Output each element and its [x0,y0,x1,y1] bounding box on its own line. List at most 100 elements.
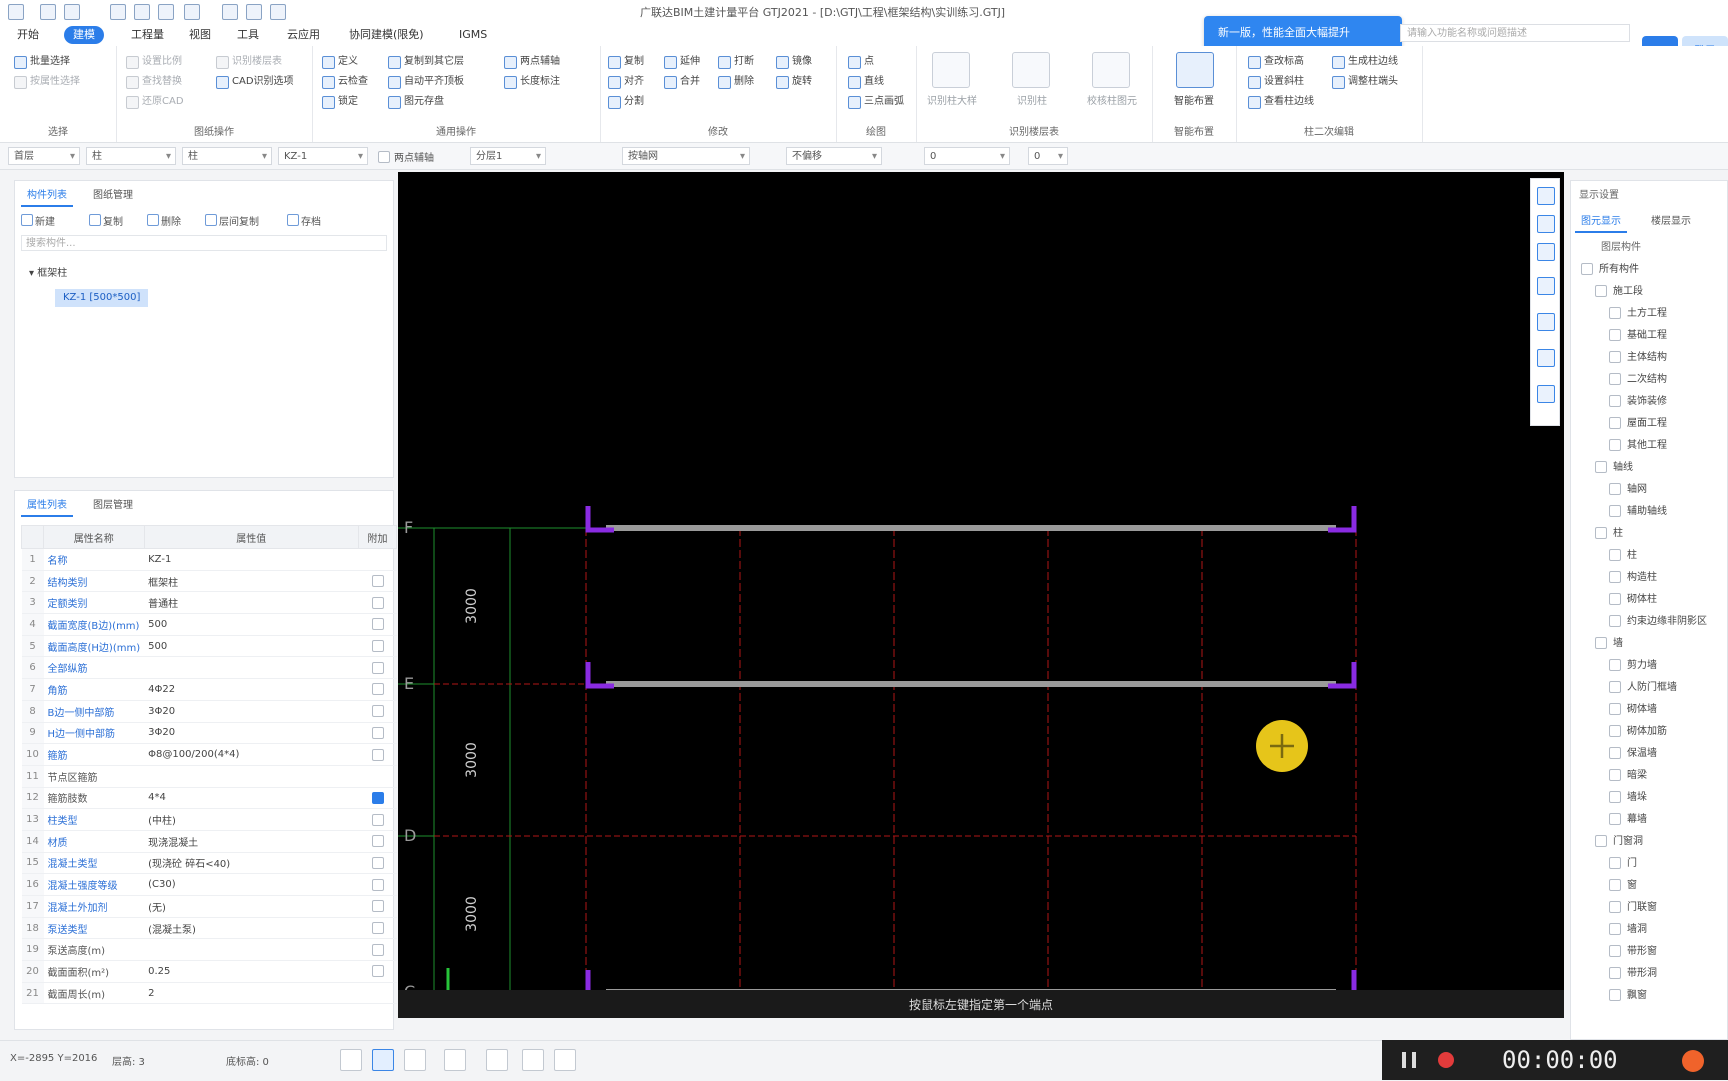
tab-element-display[interactable]: 图元显示 [1575,213,1627,233]
layer-checkbox[interactable] [1595,527,1607,539]
two-point-axis-button[interactable]: 两点辅轴 [504,54,560,70]
menu-tab-collab[interactable]: 协同建模(限免) [340,26,433,44]
extend-button[interactable]: 延伸 [664,54,700,70]
table-row[interactable]: 21 截面周长(m) 2 [21,982,397,1005]
table-row[interactable]: 5 截面高度(H边)(mm) 500 [21,635,397,658]
attach-checkbox[interactable] [371,683,384,696]
attach-checkbox[interactable] [371,878,384,891]
point-draw-button[interactable]: 点 [848,54,874,70]
table-row[interactable]: 6 全部纵筋 [21,656,397,680]
layer-checkbox[interactable] [1609,703,1621,715]
delete-component-button[interactable]: 删除 [147,213,181,228]
menu-tab-cloud[interactable]: 云应用 [278,26,329,44]
offset-mode-select[interactable]: 不偏移 [786,147,882,165]
table-row[interactable]: 15 混凝土类型 (现浇砼 碎石<40) [21,852,397,875]
table-row[interactable]: 19 泵送高度(m) [21,938,397,962]
table-row[interactable]: 9 H边一侧中部筋 3Φ20 [21,722,397,745]
auto-align-slab-button[interactable]: 自动平齐顶板 [388,74,464,90]
attach-checkbox[interactable] [371,943,384,956]
layer-tree-item[interactable]: 人防门框墙 [1609,679,1677,697]
layer-checkbox[interactable] [1609,967,1621,979]
layer-checkbox[interactable] [1609,813,1621,825]
layer-tree-item[interactable]: 墙垛 [1609,789,1647,807]
layer-checkbox[interactable] [1609,857,1621,869]
tab-floor-display[interactable]: 楼层显示 [1645,213,1697,231]
table-row[interactable]: 18 泵送类型 (混凝土泵) [21,917,397,940]
layer-tree-item[interactable]: 其他工程 [1609,437,1667,455]
layer-tree-item[interactable]: 二次结构 [1609,371,1667,389]
settings-icon[interactable] [270,4,286,20]
cad-options-button[interactable]: CAD识别选项 [216,74,294,90]
ortho-icon[interactable] [340,1049,362,1071]
layer-checkbox[interactable] [1609,307,1621,319]
redo-icon[interactable] [64,4,80,20]
layer-checkbox[interactable] [1609,593,1621,605]
drawing-canvas[interactable]: FEDC300030003000按鼠标左键指定第一个端点 [398,172,1564,1018]
layer-checkbox[interactable] [1609,373,1621,385]
layer-tree-item[interactable]: 约束边缘非阴影区 [1609,613,1707,631]
tab-component-list[interactable]: 构件列表 [21,187,73,207]
property-value[interactable] [144,656,359,680]
layer-checkbox[interactable] [1609,329,1621,341]
table-row[interactable]: 20 截面面积(m²) 0.25 [21,960,397,983]
layer-checkbox[interactable] [1609,483,1621,495]
tree-root-frame-column[interactable]: ▾ 框架柱 [29,265,67,283]
attach-checkbox[interactable] [371,900,384,913]
property-value[interactable]: 3Φ20 [144,700,359,723]
table-row[interactable]: 11 节点区箍筋 [21,765,397,788]
layer-checkbox[interactable] [1609,747,1621,759]
menu-tab-quantity[interactable]: 工程量 [122,26,173,44]
layer-tree-item[interactable]: 墙 [1595,635,1623,653]
attach-checkbox[interactable] [371,705,384,718]
layer-tree-item[interactable]: 砌体柱 [1609,591,1657,609]
smart-layout-icon[interactable] [1176,52,1214,88]
layer-tree-item[interactable]: 基础工程 [1609,327,1667,345]
layer-tree-item[interactable]: 剪力墙 [1609,657,1657,675]
layer-copy-button[interactable]: 层间复制 [205,213,259,228]
property-value[interactable]: 3Φ20 [144,722,359,745]
tab-layer-manage[interactable]: 图层管理 [87,497,139,515]
box-select-icon[interactable] [1537,313,1555,331]
line-draw-button[interactable]: 直线 [848,74,884,90]
layer-checkbox[interactable] [1609,439,1621,451]
layer-checkbox[interactable] [1609,725,1621,737]
promo-banner[interactable]: 新一版，性能全面大幅提升 [1204,16,1402,50]
layer-tree-item[interactable]: 轴线 [1595,459,1633,477]
property-value[interactable]: 4*4 [144,787,359,810]
lock-button[interactable]: 锁定 [322,94,358,110]
two-point-axis-checkbox[interactable] [378,151,390,163]
layer-checkbox[interactable] [1609,923,1621,935]
identify-floor-table-button[interactable]: 识别楼层表 [216,54,282,70]
layer-tree-item[interactable]: 门窗洞 [1595,833,1643,851]
undo-icon[interactable] [40,4,56,20]
tab-drawing-manage[interactable]: 图纸管理 [87,187,139,205]
property-value[interactable]: (中柱) [144,808,359,831]
print-icon[interactable] [184,4,200,20]
new-component-button[interactable]: 新建 [21,213,55,228]
attach-checkbox[interactable] [371,596,384,609]
property-value[interactable] [144,765,359,788]
layer-tree-item[interactable]: 带形洞 [1609,965,1657,983]
rotate-view-icon[interactable] [1537,187,1555,205]
snap-mode-select[interactable]: 按轴网 [622,147,750,165]
split-button[interactable]: 分割 [608,94,644,110]
find-replace-button[interactable]: 查找替换 [126,74,182,90]
layer-checkbox[interactable] [1609,571,1621,583]
chart-icon[interactable] [222,4,238,20]
cloud-check-button[interactable]: 云检查 [322,74,368,90]
layer-checkbox[interactable] [1595,285,1607,297]
property-value[interactable]: 500 [144,635,359,658]
table-row[interactable]: 14 材质 现浇混凝土 [21,830,397,853]
layer-tree-item[interactable]: 门联窗 [1609,899,1657,917]
layer-checkbox[interactable] [1609,879,1621,891]
edit-elevation-button[interactable]: 查改标高 [1248,54,1304,70]
layer-tree-item[interactable]: 辅助轴线 [1609,503,1667,521]
layer-tree-item[interactable]: 所有构件 [1581,261,1639,279]
property-value[interactable]: (混凝土泵) [144,917,359,940]
layer-tree-item[interactable]: 屋面工程 [1609,415,1667,433]
property-value[interactable]: 框架柱 [144,570,359,593]
attach-checkbox[interactable] [371,618,384,631]
layer-tree-item[interactable]: 砌体墙 [1609,701,1657,719]
layer-tree-item[interactable]: 暗梁 [1609,767,1647,785]
table-row[interactable]: 13 柱类型 (中柱) [21,808,397,831]
